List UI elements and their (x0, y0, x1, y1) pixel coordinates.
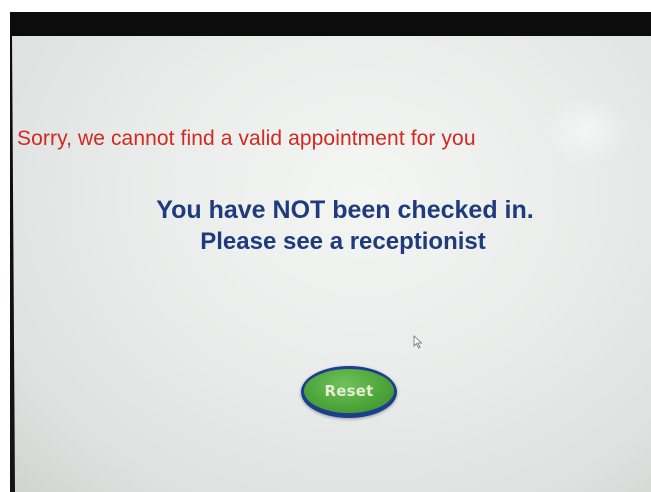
reset-button-face[interactable]: Reset (304, 369, 394, 413)
mouse-pointer-icon (413, 335, 423, 349)
screen-glare (542, 96, 632, 166)
reset-button[interactable]: Reset (301, 366, 397, 418)
checkin-status-message: You have NOT been checked in. (156, 196, 534, 224)
error-message: Sorry, we cannot find a valid appointmen… (17, 127, 476, 150)
kiosk-photo: Sorry, we cannot find a valid appointmen… (0, 0, 651, 492)
reset-button-label: Reset (324, 382, 374, 400)
kiosk-screen (12, 36, 651, 492)
receptionist-instruction: Please see a receptionist (200, 228, 486, 255)
